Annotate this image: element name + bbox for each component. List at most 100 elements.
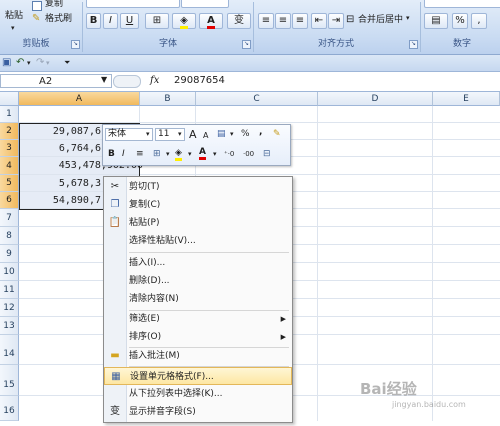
center-align-icon[interactable]: ≡	[136, 148, 144, 161]
decrease-decimal-icon[interactable]: ·00	[243, 148, 254, 161]
menu-item-show-phonetic[interactable]: 变 显示拼音字段(S)	[104, 403, 292, 421]
row-header[interactable]: 13	[0, 317, 19, 335]
comma-button[interactable]: ,	[471, 13, 487, 29]
percent-button[interactable]: %	[452, 13, 468, 29]
merge-center-button[interactable]: ⊟ 合并后居中 ▾	[346, 13, 412, 27]
menu-item-insert-comment[interactable]: ▬ 插入批注(M)	[104, 347, 292, 365]
column-header-e[interactable]: E	[433, 92, 500, 106]
row-header[interactable]: 4	[0, 157, 19, 175]
font-color-button[interactable]: A	[199, 13, 223, 29]
chevron-down-icon[interactable]: ▾	[46, 56, 50, 70]
format-painter-icon[interactable]: ✎	[273, 128, 281, 141]
row-header[interactable]: 15	[0, 365, 19, 396]
mini-font-size-combo[interactable]: 11 ▾	[155, 128, 185, 141]
menu-item-clear-contents[interactable]: 清除内容(N)	[104, 290, 292, 308]
menu-item-paste-special[interactable]: 选择性粘贴(V)...	[104, 232, 292, 250]
menu-item-label: 复制(C)	[129, 200, 161, 210]
increase-indent-icon: ⇥	[331, 15, 341, 26]
column-header-b[interactable]: B	[140, 92, 196, 106]
insert-function-button[interactable]: fx	[150, 75, 159, 86]
decrease-indent-button[interactable]: ⇤	[311, 13, 327, 29]
menu-item-format-cells[interactable]: ▦ 设置单元格格式(F)...	[104, 367, 292, 385]
menu-item-sort[interactable]: 排序(O) ▶	[104, 328, 292, 346]
fill-color-icon[interactable]: ◈	[175, 148, 182, 161]
increase-indent-button[interactable]: ⇥	[328, 13, 344, 29]
font-name-combo[interactable]	[86, 0, 180, 8]
select-all-corner[interactable]	[0, 92, 19, 106]
grow-font-button[interactable]: A	[189, 128, 197, 141]
row-header[interactable]: 12	[0, 299, 19, 317]
row-header[interactable]: 11	[0, 281, 19, 299]
row-header[interactable]: 5	[0, 175, 19, 192]
shrink-font-button[interactable]: A	[203, 129, 208, 142]
row-header[interactable]: 6	[0, 192, 19, 209]
column-header-d[interactable]: D	[318, 92, 433, 106]
row-header[interactable]: 1	[0, 106, 19, 123]
row-header[interactable]: 9	[0, 245, 19, 263]
menu-item-paste[interactable]: 📋 粘贴(P)	[104, 214, 292, 232]
mini-font-name-combo[interactable]: 宋体 ▾	[105, 128, 153, 141]
mini-comma-button[interactable]: ,	[259, 126, 262, 139]
number-format-combo[interactable]	[424, 0, 500, 8]
row-header[interactable]: 16	[0, 396, 19, 421]
italic-button[interactable]: I	[103, 13, 118, 29]
align-left-button[interactable]: ≡	[258, 13, 274, 29]
accounting-button[interactable]: ▤	[424, 13, 448, 29]
mini-italic-button[interactable]: I	[122, 148, 125, 161]
accounting-format-button[interactable]: ▤	[217, 128, 226, 141]
paste-icon: 📋	[108, 217, 122, 228]
column-header-a[interactable]: A	[19, 92, 140, 106]
customize-qat-icon[interactable]: ⏷	[64, 56, 70, 70]
align-right-button[interactable]: ≡	[292, 13, 308, 29]
borders-icon[interactable]: ⊞	[153, 148, 161, 161]
clipboard-group-label: 剪贴板	[22, 39, 50, 49]
undo-icon[interactable]: ↶	[16, 56, 24, 70]
menu-item-insert[interactable]: 插入(I)...	[104, 254, 292, 272]
copy-button[interactable]: 复制	[32, 0, 77, 12]
mini-font-color-button[interactable]: A	[199, 147, 206, 160]
row-header[interactable]: 10	[0, 263, 19, 281]
menu-item-delete[interactable]: 删除(D)...	[104, 272, 292, 290]
increase-decimal-icon[interactable]: ⁺·0	[224, 148, 234, 161]
row-header[interactable]: 3	[0, 140, 19, 157]
splitter-handle[interactable]	[113, 75, 141, 88]
mini-percent-button[interactable]: %	[241, 128, 250, 141]
group-separator	[420, 2, 421, 52]
copy-button-label: 复制	[45, 0, 64, 9]
font-size-combo[interactable]	[181, 0, 229, 8]
redo-icon[interactable]: ↷	[36, 56, 44, 70]
borders-button[interactable]: ⊞	[145, 13, 169, 29]
align-center-button[interactable]: ≡	[275, 13, 291, 29]
menu-item-cut[interactable]: ✂ 剪切(T)	[104, 178, 292, 196]
menu-item-copy[interactable]: ❐ 复制(C)	[104, 196, 292, 214]
format-painter-button[interactable]: ✎ 格式刷	[32, 13, 82, 25]
save-icon[interactable]: ▣	[2, 56, 11, 70]
borders-icon: ⊞	[152, 15, 162, 26]
fill-color-button[interactable]: ◈	[172, 13, 196, 29]
row-header[interactable]: 2	[0, 123, 19, 140]
brush-icon: ✎	[32, 13, 41, 24]
formula-input[interactable]: 29087654	[174, 75, 225, 86]
watermark-url: jingyan.baidu.com	[392, 400, 466, 409]
chevron-down-icon[interactable]: ▼	[101, 75, 107, 84]
bold-button[interactable]: B	[86, 13, 101, 29]
row-header[interactable]: 8	[0, 227, 19, 245]
name-box[interactable]: A2	[0, 74, 112, 88]
mini-bold-button[interactable]: B	[108, 148, 115, 161]
number-group-label: 数字	[452, 39, 471, 49]
chevron-down-icon[interactable]: ▾	[27, 56, 31, 70]
alignment-launcher-icon[interactable]: ↘	[409, 40, 418, 49]
merge-cells-icon[interactable]: ⊟	[263, 148, 271, 161]
underline-button[interactable]: U	[120, 13, 139, 29]
phonetic-button[interactable]: 变	[227, 13, 251, 29]
menu-item-filter[interactable]: 筛选(E) ▶	[104, 310, 292, 328]
paste-button[interactable]: 粘贴 ▾	[2, 4, 28, 36]
clipboard-launcher-icon[interactable]: ↘	[71, 40, 80, 49]
chevron-down-icon: ▾	[178, 130, 182, 138]
menu-item-pick-from-list[interactable]: 从下拉列表中选择(K)...	[104, 385, 292, 403]
font-launcher-icon[interactable]: ↘	[242, 40, 251, 49]
row-header[interactable]: 7	[0, 209, 19, 227]
column-header-c[interactable]: C	[196, 92, 318, 106]
row-header[interactable]: 14	[0, 335, 19, 365]
gridline	[317, 106, 318, 421]
